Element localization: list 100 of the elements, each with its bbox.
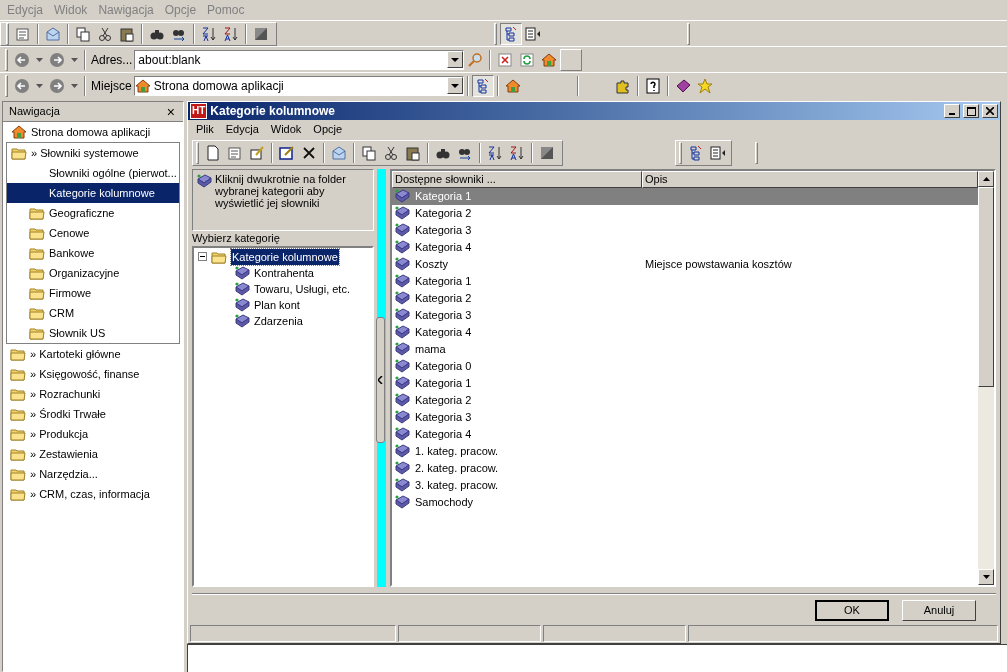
scroll-up-button[interactable]	[978, 170, 994, 187]
place-combo-box[interactable]: Strona domowa aplikacji	[133, 75, 464, 96]
maximize-button[interactable]	[963, 104, 979, 118]
nav-item[interactable]: Słowniki ogólne (pierwot...	[7, 163, 179, 183]
paste-icon	[119, 25, 135, 42]
tree-node[interactable]: Kategorie kolumnowe	[231, 248, 339, 266]
nav-group[interactable]: » CRM, czas, informacja	[6, 484, 180, 504]
close-icon	[986, 107, 994, 115]
list-row[interactable]: Kategoria 3	[392, 221, 978, 239]
nav-item[interactable]: Strona domowa aplikacji	[3, 122, 183, 142]
scroll-down-button[interactable]	[978, 569, 994, 586]
nav-item[interactable]: Bankowe	[7, 243, 179, 263]
caret-icon	[451, 57, 460, 62]
nav-item[interactable]: Firmowe	[7, 283, 179, 303]
list-row[interactable]: Kategoria 2	[392, 391, 978, 409]
close-button[interactable]: ×	[164, 104, 177, 119]
delete-icon	[301, 144, 317, 161]
table-cell-text: Kategoria 2	[414, 393, 473, 409]
nav-group[interactable]: » Narzędzia...	[6, 464, 180, 484]
table-cell-text: Kategoria 3	[414, 308, 473, 324]
caret-icon	[36, 57, 43, 62]
caret-icon	[71, 57, 78, 62]
forward-icon	[49, 77, 65, 94]
collapse-toggle-icon[interactable]	[198, 252, 207, 262]
rename-icon	[279, 144, 295, 161]
table-cell-text: Kategoria 0	[414, 359, 473, 375]
scroll-thumb[interactable]	[978, 186, 994, 387]
dropdown-button[interactable]	[447, 51, 464, 68]
table-cell-text: Kategoria 4	[414, 427, 473, 443]
list-row[interactable]: 1. kateg. pracow.	[392, 442, 978, 460]
nav-group[interactable]: » Zestawienia	[6, 444, 180, 464]
folder-icon	[10, 386, 26, 402]
nav-group[interactable]: » Rozrachunki	[6, 384, 180, 404]
minimize-button[interactable]	[944, 104, 960, 118]
menu-item[interactable]: Widok	[264, 121, 308, 138]
list-row[interactable]: 2. kateg. pracow.	[392, 459, 978, 477]
nav-item[interactable]: Słownik US	[7, 323, 179, 343]
list-row[interactable]: Kategoria 1	[392, 272, 978, 290]
list-row[interactable]: Kategoria 1	[392, 374, 978, 392]
forward-icon	[49, 51, 65, 68]
folder-icon	[29, 225, 45, 241]
table-cell-text: Kategoria 2	[414, 291, 473, 307]
table-cell-text: 2. kateg. pracow.	[414, 461, 500, 477]
copy-icon	[75, 25, 91, 42]
table-cell-text: Koszty	[414, 257, 449, 273]
back-icon	[14, 51, 30, 68]
list-row[interactable]: Samochody	[392, 493, 978, 511]
folder-icon	[10, 486, 26, 502]
nav-item[interactable]: Organizacyjne	[7, 263, 179, 283]
tree-icon	[474, 77, 491, 94]
list-row[interactable]: Kategoria 3	[392, 306, 978, 324]
tree-button[interactable]	[500, 22, 522, 45]
nav-group[interactable]: » Słowniki systemowe	[7, 143, 179, 163]
list-row[interactable]: Koszty Miejsce powstawania kosztów	[392, 255, 978, 273]
puzzle-icon	[614, 77, 631, 94]
folder-icon	[29, 305, 45, 321]
panel-title: Nawigacja	[9, 104, 60, 120]
blank-button[interactable]	[560, 48, 583, 71]
nav-item[interactable]: Kategorie kolumnowe	[7, 183, 179, 203]
menu-item[interactable]: Plik	[190, 121, 220, 138]
home-icon	[11, 124, 27, 140]
nav-group[interactable]: » Kartoteki główne	[6, 344, 180, 364]
list-row[interactable]: Kategoria 0	[392, 357, 978, 375]
collapse-handle[interactable]	[376, 316, 385, 443]
dialog-button[interactable]: OK	[815, 599, 889, 621]
open-folder-icon	[11, 145, 27, 161]
menu-item[interactable]: Opcje	[307, 121, 349, 138]
list-row[interactable]: 3. kateg. pracow.	[392, 476, 978, 494]
folder-icon	[29, 245, 45, 261]
list-row[interactable]: Kategoria 4	[392, 323, 978, 341]
nav-item[interactable]: Cenowe	[7, 223, 179, 243]
tree-node[interactable]: Zdarzenia	[254, 312, 303, 330]
tree-button[interactable]	[471, 74, 494, 97]
copy-icon	[361, 144, 377, 161]
menu-item[interactable]: Edycja	[219, 121, 265, 138]
tree-node[interactable]: Kontrahenta	[254, 264, 314, 282]
tree-node[interactable]: Plan kont	[254, 296, 300, 314]
list-row[interactable]: Kategoria 2	[392, 204, 978, 222]
list-row[interactable]: mama	[392, 340, 978, 358]
sort-descending-icon	[223, 25, 239, 42]
tree-node[interactable]: Towaru, Usługi, etc.	[254, 280, 350, 298]
nav-item[interactable]: CRM	[7, 303, 179, 323]
nav-group[interactable]: » Księgowość, finanse	[6, 364, 180, 384]
favorites-icon	[696, 77, 713, 94]
list-row[interactable]: Kategoria 2	[392, 289, 978, 307]
close-button[interactable]	[982, 104, 998, 118]
caret-icon	[36, 83, 43, 88]
column-header[interactable]: Dostępne słowniki ...	[392, 170, 642, 188]
nav-item[interactable]: Geograficzne	[7, 203, 179, 223]
table-cell-text: Kategoria 3	[414, 410, 473, 426]
list-row[interactable]: Kategoria 3	[392, 408, 978, 426]
column-header[interactable]: Opis	[642, 170, 978, 188]
vertical-scrollbar[interactable]	[978, 170, 994, 586]
dialog-button[interactable]: Anuluj	[902, 599, 976, 621]
nav-group[interactable]: » Produkcja	[6, 424, 180, 444]
list-row[interactable]: Kategoria 4	[392, 425, 978, 443]
list-row[interactable]: Kategoria 4	[392, 238, 978, 256]
nav-group[interactable]: » Środki Trwałe	[6, 404, 180, 424]
sort-ascending-icon	[487, 144, 503, 161]
address-label: Adres...	[90, 51, 134, 69]
